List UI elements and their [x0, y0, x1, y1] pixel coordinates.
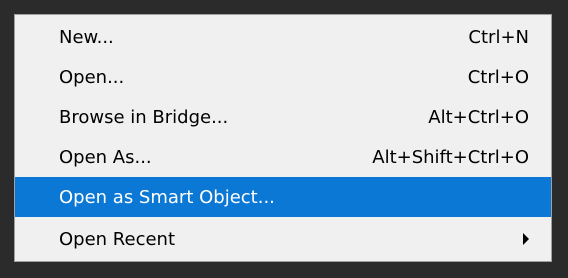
menu-item-label: Browse in Bridge... — [59, 106, 229, 128]
menu-item-label: Open... — [59, 66, 125, 88]
menu-item-shortcut: Alt+Shift+Ctrl+O — [372, 146, 529, 168]
menu-item-shortcut: Ctrl+O — [467, 66, 529, 88]
menu-item-label: Open Recent — [59, 228, 176, 250]
menu-item-open-recent[interactable]: Open Recent — [15, 219, 551, 259]
menu-item-label: Open As... — [59, 146, 152, 168]
menu-item-label: Open as Smart Object... — [59, 186, 275, 208]
menu-item-open-as-smart-object[interactable]: Open as Smart Object... — [15, 177, 551, 217]
menu-item-label: New... — [59, 26, 114, 48]
chevron-right-icon — [523, 233, 529, 245]
menu-item-shortcut: Ctrl+N — [468, 26, 529, 48]
file-menu: New... Ctrl+N Open... Ctrl+O Browse in B… — [14, 14, 552, 262]
menu-item-new[interactable]: New... Ctrl+N — [15, 17, 551, 57]
menu-item-open[interactable]: Open... Ctrl+O — [15, 57, 551, 97]
menu-item-shortcut: Alt+Ctrl+O — [428, 106, 529, 128]
menu-item-browse-in-bridge[interactable]: Browse in Bridge... Alt+Ctrl+O — [15, 97, 551, 137]
menu-item-open-as[interactable]: Open As... Alt+Shift+Ctrl+O — [15, 137, 551, 177]
